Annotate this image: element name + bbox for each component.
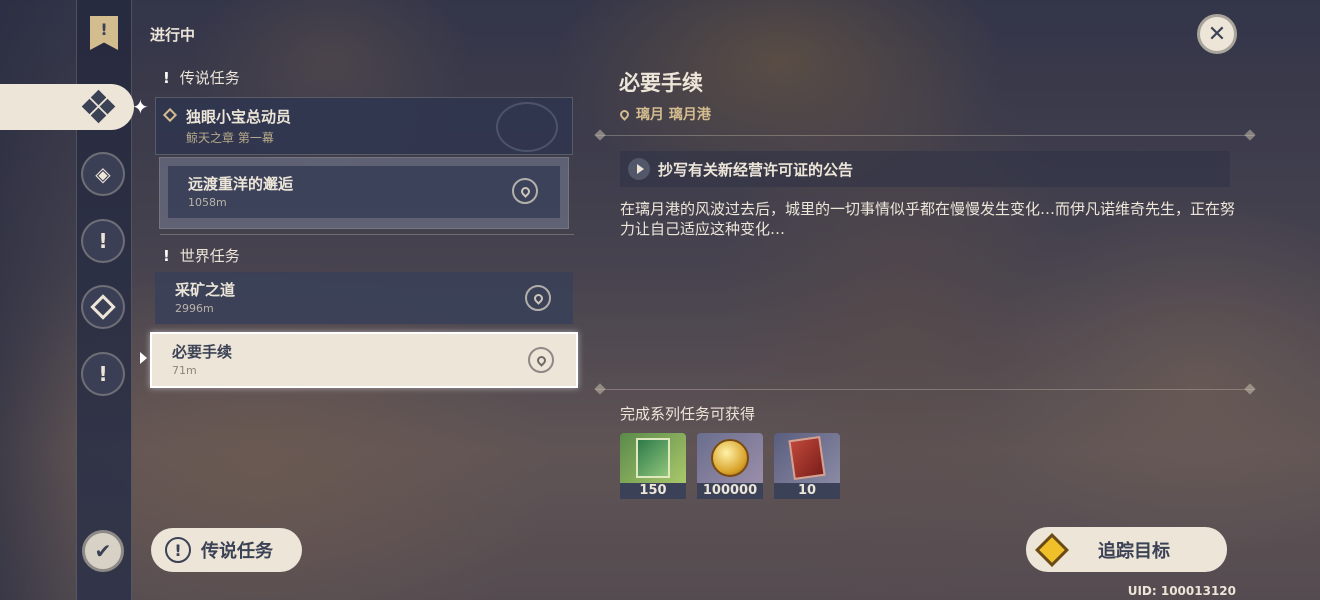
close-button[interactable]: ✕ [1197,14,1237,54]
detail-divider-top [596,135,1254,136]
legend-section-label: 传说任务 [179,69,240,87]
legend-quests-button[interactable]: ! 传说任务 [151,528,302,572]
category-tab-world[interactable]: ! [81,352,125,396]
sub-quest-distance: 1058m [188,196,227,209]
quest-step-text: 抄写有关新经营许可证的公告 [658,160,854,179]
section-divider [160,234,574,235]
in-progress-heading: 进行中 [150,26,196,44]
exclamation-icon: ! [163,247,170,265]
world-quest-item-selected[interactable]: 必要手续 71m [150,332,578,388]
check-badge-icon: ✔ [94,539,112,563]
close-icon: ✕ [1207,21,1227,47]
locate-button[interactable] [512,178,538,204]
world-quest-distance: 71m [172,364,197,377]
track-target-label: 追踪目标 [1098,540,1170,562]
quest-location: 璃月 璃月港 [618,104,711,124]
reward-item[interactable]: 150 [620,433,686,499]
locate-button[interactable] [525,285,551,311]
sparkle-icon: ✦ [132,95,149,119]
sub-quest-title: 远渡重洋的邂逅 [188,175,294,193]
red-card-icon [788,435,826,481]
legend-quest-card[interactable]: 独眼小宝总动员 鲸天之章 第一幕 [155,97,573,155]
legend-quest-subtitle: 鲸天之章 第一幕 [186,131,274,145]
quest-location-text: 璃月 璃月港 [636,107,711,123]
legend-diamond-icon [162,107,178,123]
uid-label: UID: 100013120 [1127,584,1236,598]
commission-quest-icon [90,294,116,320]
locate-button[interactable] [528,347,554,373]
map-pin-icon [531,291,545,305]
reward-item[interactable]: 10 [774,433,840,499]
track-target-button[interactable]: 追踪目标 [1026,527,1227,572]
exclamation-icon: ! [163,69,170,87]
reward-count: 10 [774,483,840,499]
play-icon [628,158,650,180]
legend-quest-title: 独眼小宝总动员 [186,108,292,126]
rewards-label: 完成系列任务可获得 [620,405,756,423]
legend-section-heading: ! 传说任务 [163,67,240,88]
mora-coin-icon [711,439,749,477]
legend-quest-icon: ! [165,537,191,563]
selection-arrow-icon [140,352,147,364]
world-section-label: 世界任务 [179,247,240,265]
legend-quests-button-label: 传说任务 [201,541,273,562]
world-quest-item[interactable]: 采矿之道 2996m [155,272,573,324]
reward-count: 100000 [697,483,763,499]
category-tab-archon[interactable]: ◈ [81,152,125,196]
whale-emblem-icon [496,102,558,152]
legend-quest-icon: ! [98,229,108,253]
location-pin-icon [618,107,631,121]
category-tab-legend[interactable]: ! [81,219,125,263]
map-pin-icon [534,353,548,367]
reward-count: 150 [620,483,686,499]
quest-step-bar[interactable]: 抄写有关新经营许可证的公告 [620,151,1230,187]
map-pin-icon [518,184,532,198]
track-diamond-icon [1035,532,1069,567]
category-tab-commission[interactable] [81,285,125,329]
quest-detail-title: 必要手续 [619,71,703,95]
quest-description: 在璃月港的风波过去后，城里的一切事情似乎都在慢慢发生变化…而伊凡诺维奇先生，正在… [620,200,1236,238]
category-tab-all[interactable] [0,84,134,130]
detail-divider-bottom [596,389,1254,390]
hero-wit-book-icon [636,438,670,478]
world-quest-distance: 2996m [175,302,214,315]
world-quest-icon: ! [98,362,108,386]
world-quest-title: 必要手续 [172,343,233,361]
sub-quest-card[interactable]: 远渡重洋的邂逅 1058m [168,166,560,218]
world-section-heading: ! 世界任务 [163,245,240,266]
four-diamonds-icon [81,89,116,124]
world-quest-title: 采矿之道 [175,281,236,299]
archon-quest-icon: ◈ [95,162,111,186]
reward-item[interactable]: 100000 [697,433,763,499]
completed-quests-button[interactable]: ✔ [82,530,124,572]
